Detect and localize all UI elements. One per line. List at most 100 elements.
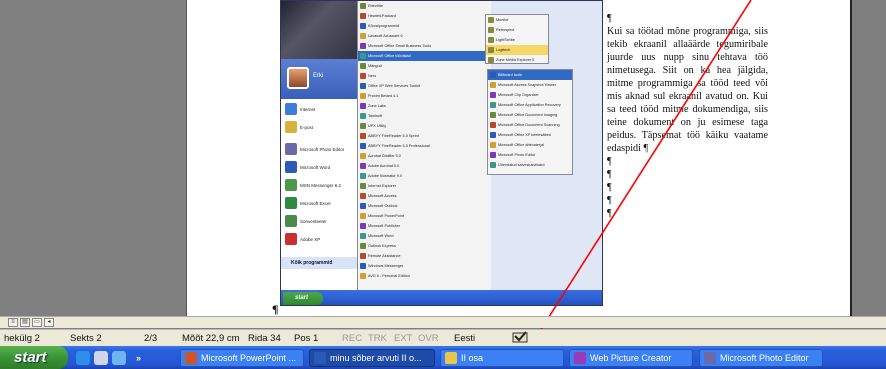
program-icon <box>360 173 366 179</box>
status-ext[interactable]: EXT <box>394 333 412 344</box>
taskbar-window-label: Microsoft Photo Editor <box>720 353 809 363</box>
menu-item: Adobe Acrobat 5.0 <box>358 161 491 171</box>
web-layout-button[interactable]: ▤ <box>20 318 30 327</box>
program-icon <box>490 132 496 138</box>
start-button[interactable]: start <box>0 346 68 369</box>
status-position: Mõõt 22,9 cm <box>182 333 240 344</box>
program-icon <box>360 103 366 109</box>
menu-item: Microsoft Clip Organizer <box>488 90 572 100</box>
program-icon <box>360 203 366 209</box>
program-icon <box>360 123 366 129</box>
menu-item-label: Microsoft Office XP keelesätted <box>498 133 551 137</box>
taskbar-window-button[interactable]: II osa <box>440 349 564 367</box>
status-page: hekülg 2 <box>4 333 40 344</box>
program-icon <box>360 73 366 79</box>
menu-item: Microsoft Publisher <box>358 221 491 231</box>
program-icon <box>360 53 366 59</box>
program-icon <box>360 143 366 149</box>
program-icon <box>490 162 496 168</box>
menu-item: Microsoft Office XP keelesätted <box>488 130 572 140</box>
menu-item: Microsoft Access Snapshot Viewer <box>488 80 572 90</box>
windows-taskbar: start » Microsoft PowerPoint ... minu sõb… <box>0 346 886 369</box>
taskbar-window-button[interactable]: Web Picture Creator <box>569 349 693 367</box>
desktop-wallpaper-fragment <box>281 1 357 59</box>
program-icon <box>285 179 297 191</box>
status-ovr[interactable]: OVR <box>418 333 439 344</box>
start-menu-screenshot-image[interactable]: Erki Internet E-post Microsoft Photo Edito… <box>280 0 603 306</box>
menu-item-label: Ettevõtte <box>368 4 383 8</box>
taskbar-window-label: Web Picture Creator <box>590 353 672 363</box>
menu-item: LightScribe <box>486 35 548 45</box>
program-icon <box>360 63 366 69</box>
program-icon <box>360 243 366 249</box>
pinned-program-item: E-post <box>285 119 355 135</box>
start-label: start <box>14 349 47 366</box>
menu-item: Microsoft Office Application Recovery <box>488 100 572 110</box>
pinned-program-label: MSN Messenger 6.2 <box>300 182 342 188</box>
menu-item: Tamlsoft <box>358 111 491 121</box>
menu-item-label: Zone Media Explorer 5 <box>496 58 535 62</box>
menu-item: Outlook Express <box>358 241 491 251</box>
program-icon <box>360 13 366 19</box>
window-app-icon <box>185 352 197 364</box>
program-icon <box>360 113 366 119</box>
menu-item: Kõrvalprogrammid <box>358 21 491 31</box>
menu-item-label: Adobe Illustrator 9.0 <box>368 174 402 178</box>
pinned-program-item: Internet <box>285 101 355 117</box>
taskbar-window-button[interactable]: Microsoft PowerPoint ... <box>180 349 304 367</box>
menu-item-label: Microsoft Word <box>368 234 394 238</box>
normal-view-button[interactable]: ≡ <box>8 318 18 327</box>
menu-item: Internet Explorer <box>358 181 491 191</box>
menu-item-label: Microsoft Office Small Business Tools <box>368 44 432 48</box>
status-line: Rida 34 <box>248 333 281 344</box>
print-layout-button[interactable]: ▭ <box>32 318 42 327</box>
menu-item-label: Logitech <box>496 48 511 52</box>
outlook-express-icon[interactable] <box>112 351 126 365</box>
pinned-program-label: Internet <box>300 106 316 112</box>
program-icon <box>360 223 366 229</box>
pinned-program-label: Microsoft Photo Editor <box>300 146 345 152</box>
program-icon <box>285 161 297 173</box>
menu-item: Microsoft Office tööriistad <box>358 51 491 61</box>
view-buttons-bar: ≡ ▤ ▭ ◂ <box>0 316 886 328</box>
taskbar-window-button[interactable]: minu sõber arvuti II o... <box>309 349 435 367</box>
program-icon <box>490 152 496 158</box>
menu-item-label: Microsoft Office tööriistad <box>368 54 411 58</box>
menu-item-label: Microsoft Photo Editor <box>498 153 536 157</box>
pinned-program-item: Microsoft Excel <box>285 195 355 211</box>
program-icon <box>360 163 366 169</box>
menu-item: Lavasoft Ad-aware 6 <box>358 31 491 41</box>
document-body-text[interactable]: ¶ Kui sa töötad mõne programmiga, siis t… <box>607 12 768 220</box>
menu-item-label: Microsoft PowerPoint <box>368 214 404 218</box>
menu-item-label: Microsoft Office Document Imaging <box>498 113 558 117</box>
program-icon <box>285 233 297 245</box>
spellcheck-book-icon[interactable] <box>512 331 530 347</box>
empty-paragraph-mark: ¶ <box>607 169 612 180</box>
internet-explorer-icon[interactable] <box>76 351 90 365</box>
status-trk[interactable]: TRK <box>368 333 387 344</box>
status-rec[interactable]: REC <box>342 333 362 344</box>
taskbar-window-button[interactable]: Microsoft Photo Editor <box>699 349 823 367</box>
programs-submenu-top: Monitor Retrospect LightScribe Logitech Zone… <box>485 14 549 64</box>
menu-item-label: Microsoft Access <box>368 194 397 198</box>
menu-item: Microsoft Office Small Business Tools <box>358 41 491 51</box>
menu-item-label: Acrobat Distiller 5.0 <box>368 154 401 158</box>
menu-item-label: Nero <box>368 74 377 78</box>
menu-item-label: Microsoft Publisher <box>368 224 401 228</box>
office-tools-submenu: Billboard tools Microsoft Access Snapshot… <box>487 69 573 175</box>
quick-launch-more-icon[interactable]: » <box>136 353 141 363</box>
program-icon <box>490 72 496 78</box>
pinned-program-item: Adobe XP <box>285 231 355 247</box>
menu-item-label: Kõrvalprogrammid <box>368 24 400 28</box>
show-desktop-icon[interactable] <box>94 351 108 365</box>
program-icon <box>490 92 496 98</box>
taskbar-window-label: minu sõber arvuti II o... <box>330 353 422 363</box>
menu-item: Zone Labs <box>358 101 491 111</box>
pinned-program-label: Sonventeeter <box>300 218 327 224</box>
menu-item-label: Microsoft Office Document Scanning <box>498 123 560 127</box>
pinned-program-label: E-post <box>300 124 314 130</box>
menu-item: Acrobat Distiller 5.0 <box>358 151 491 161</box>
program-icon <box>488 57 494 63</box>
outline-view-button[interactable]: ◂ <box>44 318 54 327</box>
menu-item-label: Microsoft Clip Organizer <box>498 93 539 97</box>
